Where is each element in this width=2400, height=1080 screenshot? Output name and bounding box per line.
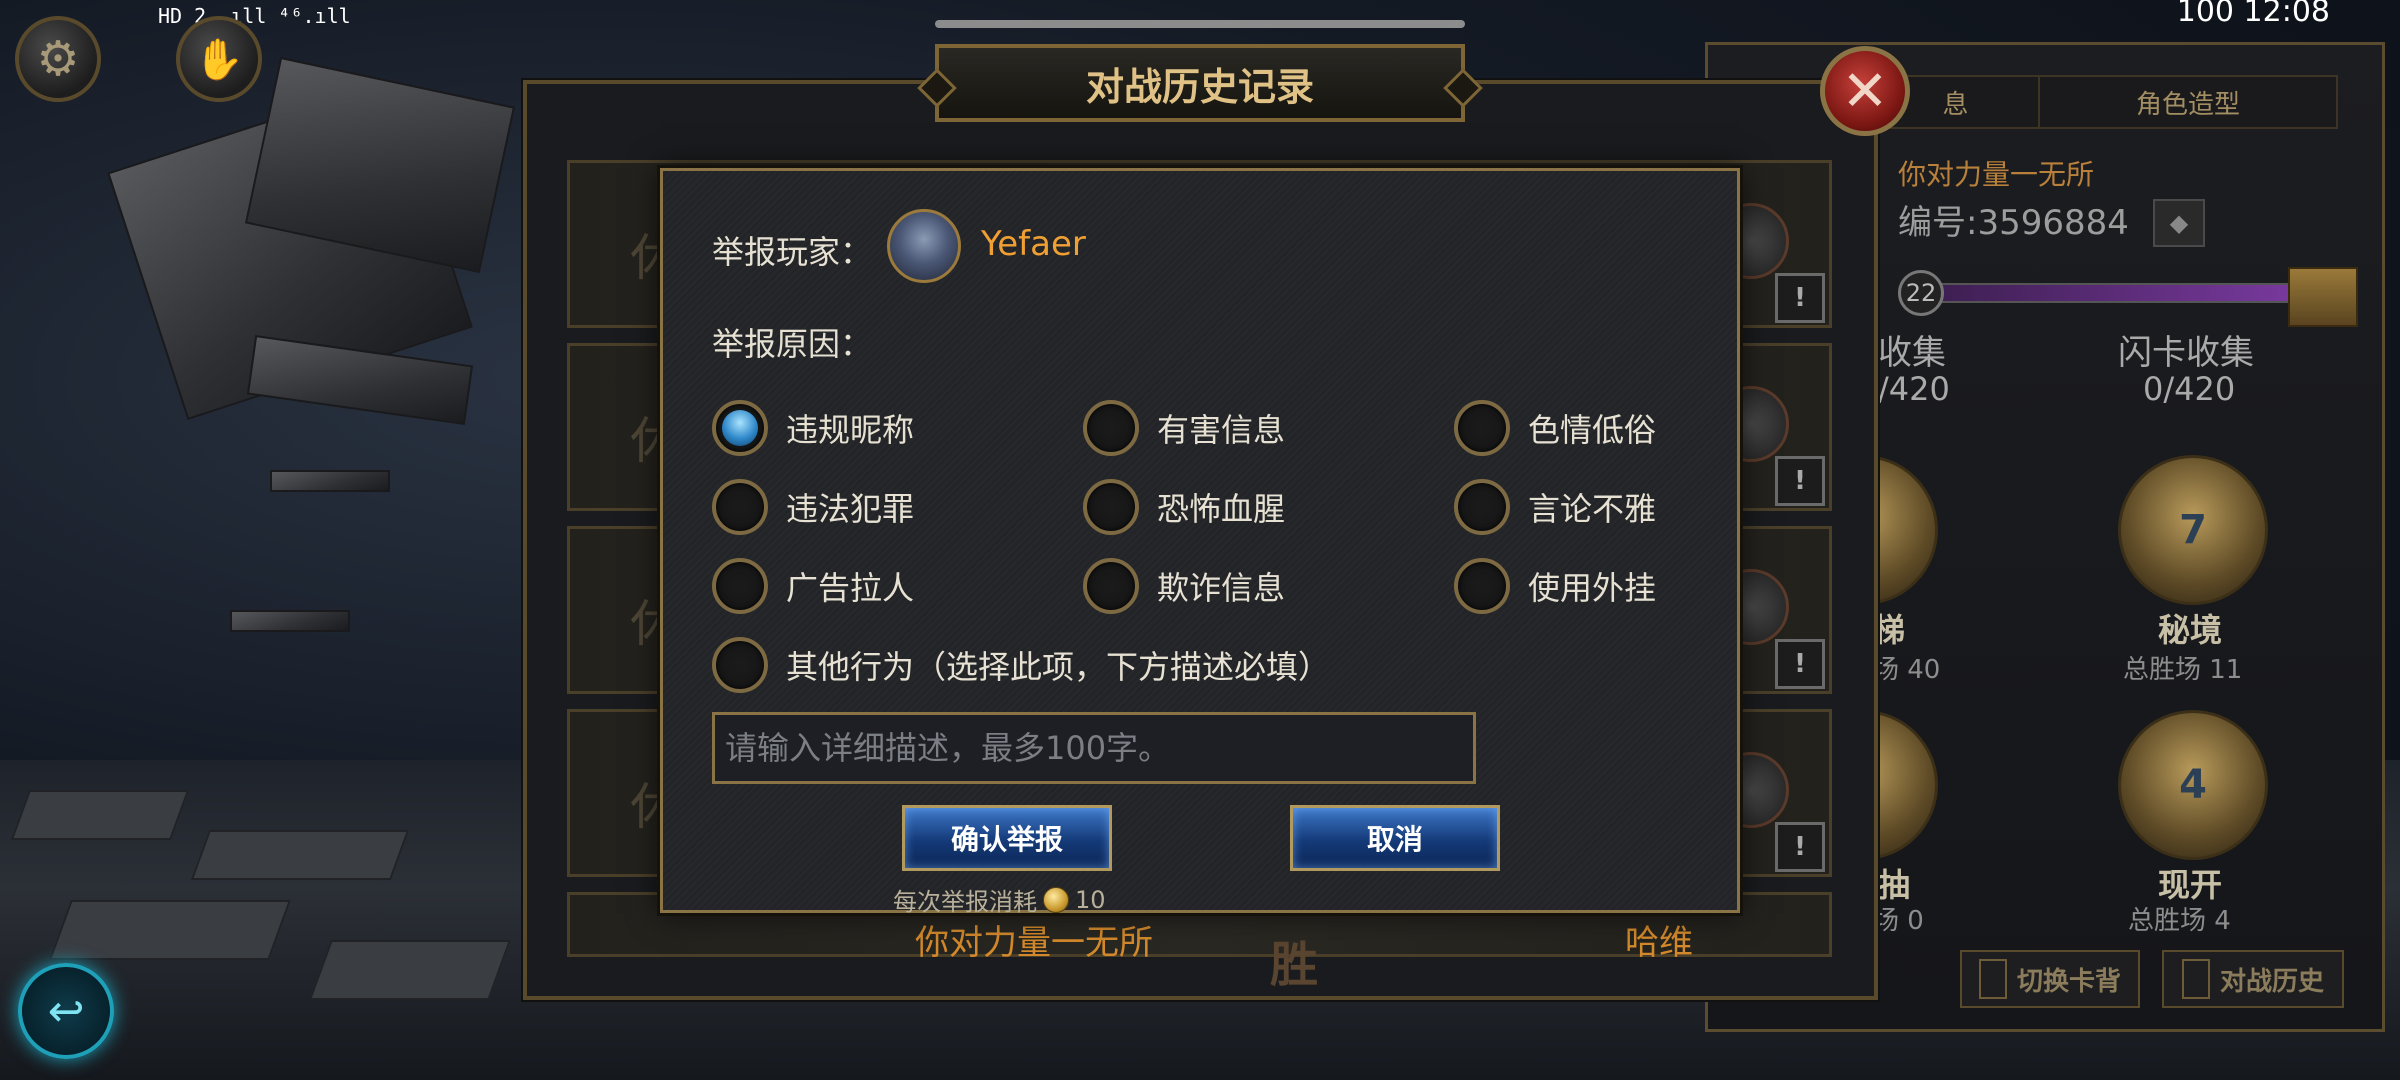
floor-tile (10, 790, 190, 840)
report-cost-amount: 10 (1075, 885, 1106, 914)
reason-label: 违规昵称 (786, 411, 915, 449)
report-button[interactable]: ! (1775, 822, 1825, 872)
gesture-bar[interactable] (935, 20, 1465, 28)
radio-button[interactable] (1454, 558, 1510, 614)
history-list-icon (2181, 959, 2210, 999)
handshake-icon: ✋ (194, 36, 244, 83)
reason-option-fraud[interactable]: 欺诈信息 (1083, 558, 1285, 614)
report-button[interactable]: ! (1775, 456, 1825, 506)
reason-label: 欺诈信息 (1157, 569, 1286, 607)
secret-realm-emblem[interactable]: 7 (2118, 455, 2268, 605)
cancel-button[interactable]: 取消 (1290, 805, 1500, 871)
report-cost: 每次举报消耗 10 (893, 882, 1106, 917)
reason-option-cheating[interactable]: 使用外挂 (1454, 558, 1656, 614)
back-button[interactable]: ↩ (18, 963, 114, 1059)
status-bar-signal: HD 2 .ıll ⁴⁶.ıll (158, 4, 351, 28)
reason-label: 其他行为（选择此项，下方描述必填） (786, 648, 1331, 686)
settings-button[interactable]: ⚙ (15, 16, 101, 102)
reason-option-harmful-info[interactable]: 有害信息 (1083, 400, 1285, 456)
floating-rock (230, 610, 350, 632)
reason-option-illegal-nickname[interactable]: 违规昵称 (712, 400, 914, 456)
floor-tile (49, 900, 291, 960)
back-arrow-icon: ↩ (47, 985, 85, 1037)
report-dialog: 举报玩家： Yefaer 举报原因： 违规昵称 有害信息 色情低俗 违法犯罪 恐… (660, 168, 1740, 916)
reason-option-other[interactable]: 其他行为（选择此项，下方描述必填） (712, 637, 1330, 693)
profile-id: 编号:3596884 (1898, 203, 2129, 243)
reason-option-vulgar[interactable]: 色情低俗 (1454, 400, 1656, 456)
profile-name: 你对力量一无所 (1898, 158, 2095, 191)
xp-bar (1938, 283, 2308, 303)
row-result: 胜 (1270, 937, 1319, 993)
report-cost-label: 每次举报消耗 (893, 888, 1037, 916)
radio-button[interactable] (1454, 400, 1510, 456)
reason-label: 有害信息 (1157, 411, 1286, 449)
reason-label: 违法犯罪 (786, 490, 915, 528)
page-title: 对战历史记录 (935, 44, 1465, 122)
gear-icon: ⚙ (36, 31, 80, 87)
reason-option-crime[interactable]: 违法犯罪 (712, 479, 914, 535)
radio-button[interactable] (712, 558, 768, 614)
report-reason-label: 举报原因： (712, 325, 873, 363)
reason-label: 色情低俗 (1528, 411, 1657, 449)
reported-player-name: Yefaer (981, 224, 1086, 264)
level-badge: 22 (1898, 270, 1944, 316)
radio-button[interactable] (1083, 479, 1139, 535)
card-back-icon (1978, 959, 2007, 999)
reason-option-gore[interactable]: 恐怖血腥 (1083, 479, 1285, 535)
row-opponent-name: 哈维 (1625, 923, 1693, 963)
draft-wins: 场 0 (1873, 906, 1924, 936)
row-player-name: 你对力量一无所 (915, 923, 1153, 963)
match-history-button[interactable]: 对战历史 (2162, 950, 2344, 1008)
close-button[interactable]: ✕ (1820, 46, 1910, 136)
radio-button[interactable] (1454, 479, 1510, 535)
sealed-emblem[interactable]: 4 (2118, 710, 2268, 860)
foil-collection-label: 闪卡收集 (2118, 333, 2254, 373)
report-button[interactable]: ! (1775, 273, 1825, 323)
reason-option-offensive-speech[interactable]: 言论不雅 (1454, 479, 1656, 535)
floor-tile (190, 830, 410, 880)
tab-character-skin[interactable]: 角色造型 (2038, 75, 2338, 129)
radio-button[interactable] (712, 400, 768, 456)
avatar (887, 209, 961, 283)
close-icon: ✕ (1841, 58, 1889, 124)
report-player-label: 举报玩家： (712, 233, 873, 271)
ladder-wins: 场 40 (1873, 655, 1941, 685)
reason-label: 言论不雅 (1528, 490, 1657, 528)
coin-icon (1043, 886, 1069, 913)
status-bar-clock: 100 12:08 (2176, 0, 2330, 29)
description-input[interactable] (712, 712, 1476, 784)
secret-realm-mode-name: 秘境 (2158, 611, 2223, 649)
reason-option-advertising[interactable]: 广告拉人 (712, 558, 914, 614)
radio-button[interactable] (712, 637, 768, 693)
radio-button[interactable] (1083, 400, 1139, 456)
secret-realm-wins: 总胜场 11 (2123, 655, 2243, 685)
report-button[interactable]: ! (1775, 639, 1825, 689)
confirm-report-button[interactable]: 确认举报 (902, 805, 1112, 871)
switch-card-back-button[interactable]: 切换卡背 (1960, 950, 2140, 1008)
foil-collection-value: 0/420 (2143, 370, 2236, 408)
reason-label: 使用外挂 (1528, 569, 1657, 607)
treasure-chest-icon[interactable] (2288, 267, 2358, 327)
sealed-wins: 总胜场 4 (2128, 906, 2231, 936)
floating-rock (270, 470, 390, 492)
collection-value: /420 (1878, 370, 1950, 408)
switch-card-back-label: 切换卡背 (2016, 966, 2121, 997)
rank-icon[interactable]: ◆ (2153, 199, 2205, 247)
friends-button[interactable]: ✋ (176, 16, 262, 102)
floor-tile (309, 940, 511, 1000)
reason-label: 广告拉人 (786, 569, 915, 607)
reason-label: 恐怖血腥 (1157, 490, 1286, 528)
match-history-label: 对战历史 (2219, 966, 2324, 997)
radio-button[interactable] (712, 479, 768, 535)
collection-label: 收集 (1878, 333, 1946, 373)
radio-button[interactable] (1083, 558, 1139, 614)
